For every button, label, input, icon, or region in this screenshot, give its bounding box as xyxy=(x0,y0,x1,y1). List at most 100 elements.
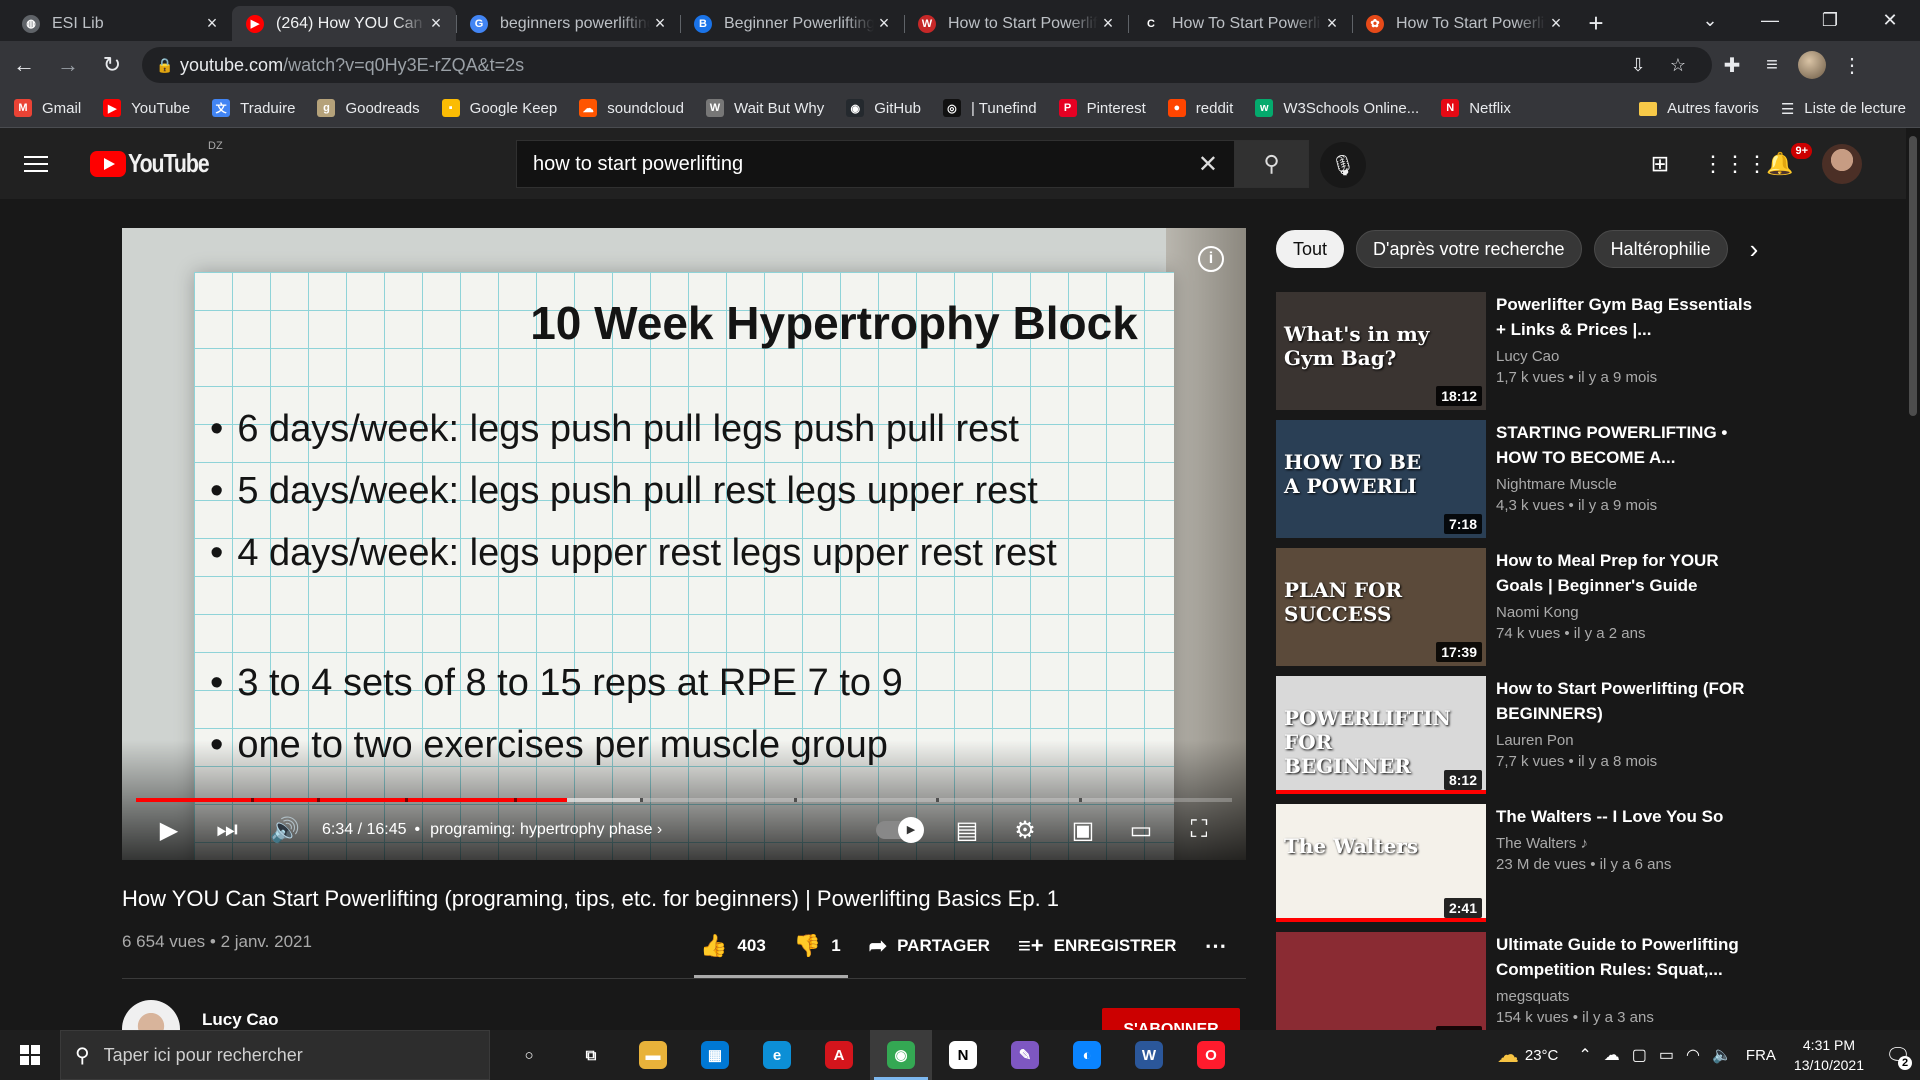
volume-icon[interactable]: 🔊 xyxy=(256,816,314,845)
video-thumbnail[interactable]: What's in my Gym Bag? 18:12 xyxy=(1276,292,1486,410)
video-player[interactable]: 10 Week Hypertrophy Block 6 days/week: l… xyxy=(122,228,1246,860)
browser-tab[interactable]: ✿ How To Start Powerlift × xyxy=(1352,6,1576,41)
close-tab-icon[interactable]: × xyxy=(650,13,670,34)
cortana-icon[interactable]: ○ xyxy=(498,1030,560,1080)
notifications-bell-icon[interactable]: 🔔 9+ xyxy=(1762,142,1812,177)
channel-name[interactable]: Lucy Cao xyxy=(202,1010,279,1030)
more-actions-icon[interactable]: ⋯ xyxy=(1204,933,1236,959)
video-thumbnail[interactable]: HOW TO BE A POWERLI 7:18 xyxy=(1276,420,1486,538)
dislike-button[interactable]: 👎 1 xyxy=(794,933,841,959)
bookmark-item[interactable]: ☁ soundcloud xyxy=(579,99,684,117)
acrobat-icon[interactable]: A xyxy=(808,1030,870,1080)
store-icon[interactable]: ▦ xyxy=(684,1030,746,1080)
close-tab-icon[interactable]: × xyxy=(202,13,222,34)
youtube-logo[interactable]: YouTube DZ xyxy=(90,140,226,179)
fullscreen-icon[interactable]: ⛶ xyxy=(1170,816,1228,844)
taskbar-search-input[interactable]: ⚲ Taper ici pour rechercher xyxy=(60,1030,490,1080)
url-text[interactable]: youtube.com/watch?v=q0Hy3E-rZQA&t=2s xyxy=(180,55,1618,76)
bookmark-item[interactable]: g Goodreads xyxy=(317,99,420,117)
extensions-puzzle-icon[interactable]: ✚ xyxy=(1712,53,1752,78)
share-button[interactable]: ➦ PARTAGER xyxy=(869,933,990,959)
media-controls-icon[interactable]: ≡ xyxy=(1752,54,1792,77)
notion-icon[interactable]: N xyxy=(932,1030,994,1080)
next-button[interactable]: ⏭ xyxy=(198,816,256,844)
edge-icon[interactable]: e xyxy=(746,1030,808,1080)
theater-mode-icon[interactable]: ▭ xyxy=(1112,816,1170,845)
progress-bar[interactable] xyxy=(136,798,1232,802)
chapter-title[interactable]: programing: hypertrophy phase › xyxy=(430,821,662,839)
onedrive-icon[interactable]: ☁ xyxy=(1604,1045,1620,1065)
chip-weightlifting[interactable]: Haltérophilie xyxy=(1593,230,1728,268)
settings-gear-icon[interactable]: ⚙ xyxy=(996,816,1054,845)
miniplayer-icon[interactable]: ▣ xyxy=(1054,816,1112,845)
weather-temp[interactable]: 23°C xyxy=(1525,1047,1559,1064)
recommendation-item[interactable]: HOW TO BE A POWERLI 7:18 STARTING POWERL… xyxy=(1276,420,1796,548)
guide-menu-icon[interactable] xyxy=(24,155,68,172)
close-tab-icon[interactable]: × xyxy=(1098,13,1118,34)
video-thumbnail[interactable]: POWERLIFTIN FOR BEGINNER 8:12 xyxy=(1276,676,1486,794)
recommendation-item[interactable]: What's in my Gym Bag? 18:12 Powerlifter … xyxy=(1276,292,1796,420)
chrome-profile-avatar[interactable] xyxy=(1798,51,1826,79)
like-button[interactable]: 👍 403 xyxy=(700,933,766,959)
battery-icon[interactable]: ▭ xyxy=(1659,1045,1674,1065)
back-button[interactable]: ← xyxy=(4,47,44,83)
bookmark-item[interactable]: ● reddit xyxy=(1167,99,1233,117)
bookmark-item[interactable]: ▪ Google Keep xyxy=(441,99,557,117)
weather-icon[interactable]: ☁ xyxy=(1497,1042,1519,1068)
firefox-icon[interactable]: ◐ xyxy=(1056,1030,1118,1080)
chevron-right-icon[interactable]: › xyxy=(1750,234,1759,265)
tab-search-icon[interactable]: ⌄ xyxy=(1680,10,1740,31)
browser-tab[interactable]: B Beginner Powerlifting × xyxy=(680,6,904,41)
windows-start-icon[interactable] xyxy=(0,1030,60,1080)
chrome-icon[interactable]: ◉ xyxy=(870,1030,932,1080)
taskbar-clock[interactable]: 4:31 PM 13/10/2021 xyxy=(1794,1035,1864,1075)
recommendation-item[interactable]: The Walters 2:41 The Walters -- I Love Y… xyxy=(1276,804,1796,932)
video-thumbnail[interactable]: The Walters 2:41 xyxy=(1276,804,1486,922)
voice-search-button[interactable]: 🎙 xyxy=(1320,142,1366,188)
scrollbar-thumb[interactable] xyxy=(1909,136,1917,416)
bookmark-item[interactable]: ▶ YouTube xyxy=(103,99,190,117)
browser-tab[interactable]: W How to Start Powerlift × xyxy=(904,6,1128,41)
video-thumbnail[interactable]: 10:48 xyxy=(1276,932,1486,1030)
bookmark-item[interactable]: 文 Traduire xyxy=(212,99,295,117)
autoplay-toggle[interactable] xyxy=(876,817,924,843)
paint-icon[interactable]: ✎ xyxy=(994,1030,1056,1080)
bookmark-star-icon[interactable]: ☆ xyxy=(1658,55,1698,76)
recommendation-item[interactable]: 10:48 Ultimate Guide to Powerlifting Com… xyxy=(1276,932,1796,1030)
chip-all[interactable]: Tout xyxy=(1276,230,1345,268)
action-center-icon[interactable]: 🗨 2 xyxy=(1876,1030,1920,1080)
browser-tab[interactable]: ▶ (264) How YOU Can St × xyxy=(232,6,456,41)
close-tab-icon[interactable]: × xyxy=(426,13,446,34)
chip-from-search[interactable]: D'après votre recherche xyxy=(1356,230,1582,268)
apps-grid-icon[interactable]: ⋮⋮⋮ xyxy=(1702,151,1768,177)
address-bar[interactable]: 🔒 youtube.com/watch?v=q0Hy3E-rZQA&t=2s ⇩… xyxy=(142,47,1712,83)
clear-search-icon[interactable]: ✕ xyxy=(1198,150,1218,179)
recommendation-item[interactable]: POWERLIFTIN FOR BEGINNER 8:12 How to Sta… xyxy=(1276,676,1796,804)
lock-icon[interactable]: 🔒 xyxy=(156,57,180,74)
reload-button[interactable]: ↻ xyxy=(92,47,132,83)
input-language[interactable]: FRA xyxy=(1746,1047,1776,1064)
word-icon[interactable]: W xyxy=(1118,1030,1180,1080)
chevron-up-icon[interactable]: ⌃ xyxy=(1578,1045,1591,1065)
close-tab-icon[interactable]: × xyxy=(1322,13,1342,34)
search-input[interactable]: how to start powerlifting ✕ xyxy=(516,140,1235,188)
minimize-button[interactable]: — xyxy=(1740,10,1800,31)
install-app-icon[interactable]: ⇩ xyxy=(1618,55,1658,76)
close-tab-icon[interactable]: × xyxy=(874,13,894,34)
account-avatar[interactable] xyxy=(1822,143,1862,184)
wifi-icon[interactable]: ◠ xyxy=(1686,1045,1700,1065)
bookmark-item[interactable]: N Netflix xyxy=(1441,99,1511,117)
page-scrollbar[interactable] xyxy=(1906,128,1920,1028)
reading-list-button[interactable]: ☰ Liste de lecture xyxy=(1781,100,1906,118)
video-thumbnail[interactable]: PLAN FOR SUCCESS 17:39 xyxy=(1276,548,1486,666)
speaker-icon[interactable]: 🔈 xyxy=(1712,1045,1732,1065)
bookmark-item[interactable]: w W3Schools Online... xyxy=(1255,99,1419,117)
bookmark-item[interactable]: ◉ GitHub xyxy=(846,99,921,117)
bookmark-item[interactable]: ◎ | Tunefind xyxy=(942,99,1037,117)
save-button[interactable]: ≡+ ENREGISTRER xyxy=(1018,933,1176,959)
bookmark-item[interactable]: W Wait But Why xyxy=(705,99,824,117)
maximize-button[interactable]: ❐ xyxy=(1800,10,1860,31)
create-video-icon[interactable]: ⊞ xyxy=(1642,151,1678,177)
search-button[interactable]: ⚲ xyxy=(1235,140,1309,188)
recommendation-item[interactable]: PLAN FOR SUCCESS 17:39 How to Meal Prep … xyxy=(1276,548,1796,676)
